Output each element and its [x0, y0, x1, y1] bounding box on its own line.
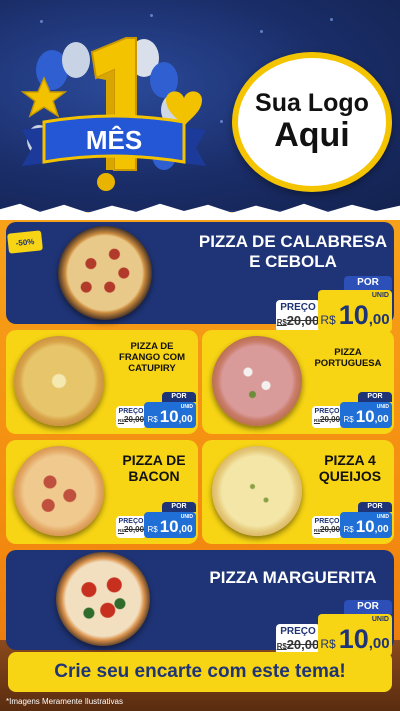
- product-name: PIZZA 4 QUEIJOS: [318, 452, 382, 485]
- product-card-bacon: PIZZA DE BACON POR PREÇO R$20,00 R$ 10,00…: [6, 440, 198, 544]
- old-price: R$20,00: [313, 415, 341, 424]
- logo-line-2: Aqui: [274, 116, 350, 155]
- preco-label: PREÇO: [280, 302, 316, 313]
- one-month-anniversary-badge: MÊS: [20, 37, 206, 191]
- old-price-box: PREÇO R$20,00: [116, 516, 146, 538]
- old-price: R$20,00: [276, 313, 320, 328]
- new-price: R$ 10,00 UNID: [144, 512, 196, 538]
- old-price-box: PREÇO R$20,00: [116, 406, 146, 428]
- new-price: R$ 10,00 UNID: [318, 614, 392, 656]
- preco-label: PREÇO: [118, 518, 144, 525]
- por-label: POR: [358, 392, 392, 402]
- old-price-box: PREÇO R$20,00: [312, 516, 342, 538]
- new-price: R$ 10,00 UNID: [144, 402, 196, 428]
- header-banner: MÊS Sua Logo Aqui: [0, 0, 400, 210]
- price-tag: POR PREÇO R$20,00 R$ 10,00 UNID: [276, 276, 392, 332]
- old-price: R$20,00: [117, 525, 145, 534]
- pizza-image-marguerita: [56, 552, 150, 646]
- price-tag: POR PREÇO R$20,00 R$ 10,00 UNID: [312, 392, 392, 428]
- preco-label: PREÇO: [314, 518, 340, 525]
- por-label: POR: [162, 502, 196, 512]
- por-label: POR: [358, 502, 392, 512]
- product-name: PIZZA MARGUERITA: [209, 568, 377, 587]
- product-card-frango: PIZZA DE FRANGO COM CATUPIRY POR PREÇO R…: [6, 330, 198, 434]
- old-price-box: PREÇO R$20,00: [312, 406, 342, 428]
- pizza-image-calabresa: [58, 226, 152, 320]
- product-name: PIZZA DE CALABRESA E CEBOLA: [198, 232, 388, 271]
- new-price: R$ 10,00 UNID: [318, 290, 392, 332]
- price-tag: POR PREÇO R$20,00 R$ 10,00 UNID: [116, 502, 196, 538]
- badge-label: MÊS: [86, 125, 142, 155]
- new-price: R$ 10,00 UNID: [340, 402, 392, 428]
- old-price: R$20,00: [276, 637, 320, 652]
- discount-badge: -50%: [7, 230, 43, 254]
- price-tag: POR PREÇO R$20,00 R$ 10,00 UNID: [116, 392, 196, 428]
- product-name: PIZZA DE BACON: [122, 452, 186, 485]
- disclaimer-note: *Imagens Meramente Ilustrativas: [6, 697, 123, 706]
- product-card-calabresa: PIZZA DE CALABRESA E CEBOLA POR PREÇO R$…: [6, 222, 394, 332]
- product-name: PIZZA PORTUGUESA: [314, 347, 382, 369]
- old-price: R$20,00: [117, 415, 145, 424]
- por-label: POR: [344, 276, 392, 290]
- product-card-4-queijos: PIZZA 4 QUEIJOS POR PREÇO R$20,00 R$ 10,0…: [202, 440, 394, 544]
- logo-placeholder: Sua Logo Aqui: [232, 52, 392, 192]
- preco-label: PREÇO: [118, 408, 144, 415]
- pizza-image-frango: [14, 336, 104, 426]
- pizza-image-portuguesa: [212, 336, 302, 426]
- product-name: PIZZA DE FRANGO COM CATUPIRY: [119, 341, 185, 374]
- price-tag: POR PREÇO R$20,00 R$ 10,00 UNID: [276, 600, 392, 656]
- product-card-portuguesa: PIZZA PORTUGUESA POR PREÇO R$20,00 R$ 10,…: [202, 330, 394, 434]
- cta-banner[interactable]: Crie seu encarte com este tema!: [8, 652, 392, 692]
- old-price: R$20,00: [313, 525, 341, 534]
- por-label: POR: [162, 392, 196, 402]
- new-price: R$ 10,00 UNID: [340, 512, 392, 538]
- preco-label: PREÇO: [314, 408, 340, 415]
- pizza-image-4-queijos: [212, 446, 302, 536]
- por-label: POR: [344, 600, 392, 614]
- logo-line-1: Sua Logo: [255, 88, 369, 117]
- pizza-image-bacon: [14, 446, 104, 536]
- price-tag: POR PREÇO R$20,00 R$ 10,00 UNID: [312, 502, 392, 538]
- old-price-box: PREÇO R$20,00: [276, 300, 320, 332]
- preco-label: PREÇO: [280, 626, 316, 637]
- product-card-marguerita: PIZZA MARGUERITA POR PREÇO R$20,00 R$ 10,…: [6, 550, 394, 656]
